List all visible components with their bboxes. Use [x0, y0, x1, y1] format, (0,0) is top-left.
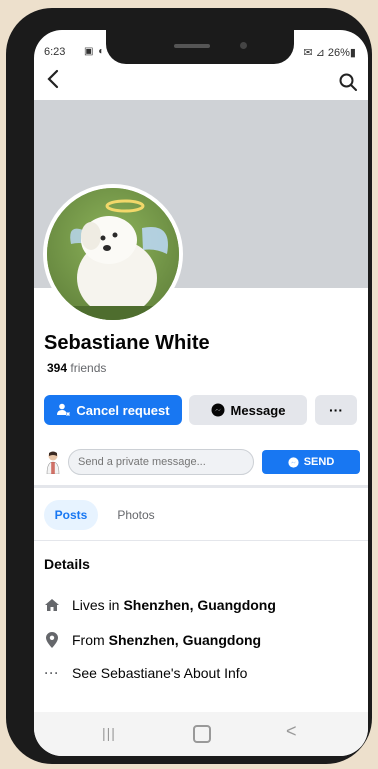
power-button	[7, 230, 13, 290]
from-row: From Shenzhen, Guangdong	[44, 630, 261, 650]
phone-screen: 6:23 ▣ ◐ ■ ✉ ⊿ 26%▮ Sebastiane White 394…	[34, 30, 368, 756]
top-bar	[34, 64, 368, 100]
front-camera	[240, 42, 247, 49]
cancel-request-label: Cancel request	[76, 402, 170, 418]
cancel-request-button[interactable]: Cancel request	[44, 395, 182, 425]
details-title: Details	[44, 556, 90, 572]
message-label: Message	[230, 402, 286, 418]
tabs-divider	[34, 540, 368, 541]
dog-photo	[47, 188, 179, 320]
lives-prefix: Lives in	[72, 597, 120, 613]
friends-number: 394	[47, 361, 68, 375]
messenger-icon	[211, 403, 225, 417]
message-button[interactable]: Message	[189, 395, 307, 425]
android-nav-bar: ||| <	[34, 712, 368, 756]
volume-up-button	[7, 108, 13, 138]
chevron-left-icon[interactable]	[46, 69, 60, 95]
about-info-row[interactable]: ··· See Sebastiane's About Info	[44, 663, 248, 683]
status-battery: ✉ ⊿ 26%▮	[303, 47, 356, 59]
user-avatar-icon	[46, 451, 60, 474]
recents-button[interactable]: |||	[102, 725, 116, 741]
from-prefix: From	[72, 632, 105, 648]
send-button[interactable]: SEND	[262, 450, 360, 474]
volume-down-button	[7, 158, 13, 218]
lives-in-row: Lives in Shenzhen, Guangdong	[44, 595, 276, 615]
lives-place[interactable]: Shenzhen, Guangdong	[123, 597, 275, 613]
from-place[interactable]: Shenzhen, Guangdong	[109, 632, 261, 648]
home-icon	[44, 597, 60, 613]
section-divider	[34, 485, 368, 488]
messenger-icon	[288, 456, 299, 468]
user-cancel-icon	[57, 403, 71, 416]
private-message-row: SEND	[34, 448, 368, 478]
home-button[interactable]	[193, 725, 211, 743]
more-dots-icon: ···	[44, 666, 60, 680]
speaker-grille	[174, 44, 210, 48]
status-time: 6:23	[44, 46, 66, 58]
profile-avatar[interactable]	[43, 184, 183, 324]
tab-photos[interactable]: Photos	[106, 500, 166, 530]
about-info-link[interactable]: See Sebastiane's About Info	[72, 665, 247, 681]
private-message-input[interactable]	[68, 449, 254, 475]
phone-frame: 6:23 ▣ ◐ ■ ✉ ⊿ 26%▮ Sebastiane White 394…	[6, 8, 372, 764]
send-label: SEND	[303, 456, 335, 468]
location-pin-icon	[44, 632, 60, 648]
profile-name: Sebastiane White	[44, 332, 210, 354]
friends-count[interactable]: 394 friends	[47, 361, 106, 375]
search-icon[interactable]	[338, 72, 358, 92]
tab-posts[interactable]: Posts	[44, 500, 98, 530]
more-options-button[interactable]: ···	[315, 395, 357, 425]
nav-back-button[interactable]: <	[286, 721, 297, 742]
camera-notch	[106, 30, 294, 64]
friends-label: friends	[70, 361, 107, 375]
more-icon: ···	[329, 402, 343, 418]
